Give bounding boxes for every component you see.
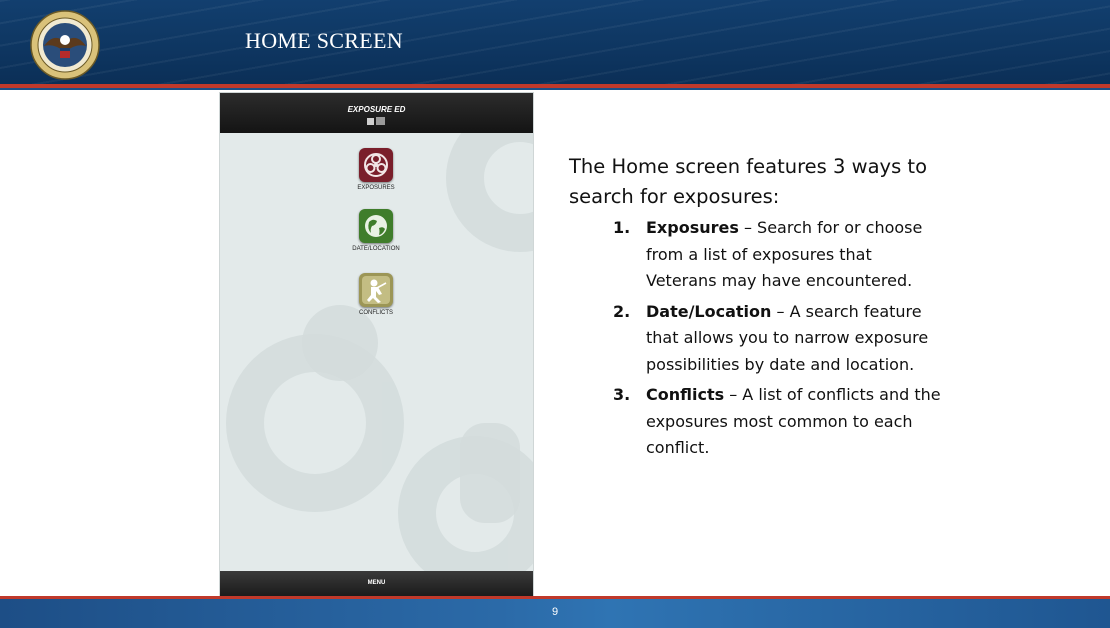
item-number: 2. <box>613 301 631 321</box>
menu-label-date-location: DATE/LOCATION <box>352 246 400 252</box>
page-title: HOME SCREEN <box>245 28 403 53</box>
biohazard-icon <box>359 148 393 182</box>
phone-screenshot: EXPOSURE ED EXPOSURES DATE/LOCATION CONF… <box>219 92 534 598</box>
item-number: 1. <box>613 218 631 237</box>
item-term: Conflicts <box>646 385 725 404</box>
menu-label-conflicts: CONFLICTS <box>358 310 393 316</box>
soldier-icon <box>359 273 393 307</box>
list-item: 1. Exposures – Search for or choose from… <box>613 215 943 295</box>
app-title: EXPOSURE ED <box>347 105 406 114</box>
item-term: Exposures <box>646 218 739 237</box>
menu-button-date-location[interactable]: DATE/LOCATION <box>336 209 416 252</box>
phone-menu-label: MENU <box>367 580 386 586</box>
menu-button-conflicts[interactable]: CONFLICTS <box>336 273 416 316</box>
list-item: 3. Conflicts – A list of conflicts and t… <box>613 382 943 462</box>
va-seal-icon <box>30 10 100 80</box>
app-header-bar: EXPOSURE ED <box>220 93 533 133</box>
header-divider-blue <box>0 88 1110 90</box>
slide-footer: 9 <box>0 599 1110 628</box>
app-logo-icon <box>367 117 385 125</box>
globe-icon <box>359 209 393 243</box>
item-number: 3. <box>613 385 631 404</box>
intro-text: The Home screen features 3 ways to searc… <box>569 155 928 208</box>
menu-button-exposures[interactable]: EXPOSURES <box>336 148 416 191</box>
item-term: Date/Location <box>646 301 772 321</box>
menu-label-exposures: EXPOSURES <box>357 185 395 191</box>
phone-menu-bar[interactable]: MENU <box>220 571 533 597</box>
search-ways-list: 1. Exposures – Search for or choose from… <box>613 215 943 466</box>
slide-header: HOME SCREEN <box>0 0 1110 84</box>
list-item: 2. Date/Location – A search feature that… <box>613 299 943 379</box>
page-number: 9 <box>551 606 559 618</box>
